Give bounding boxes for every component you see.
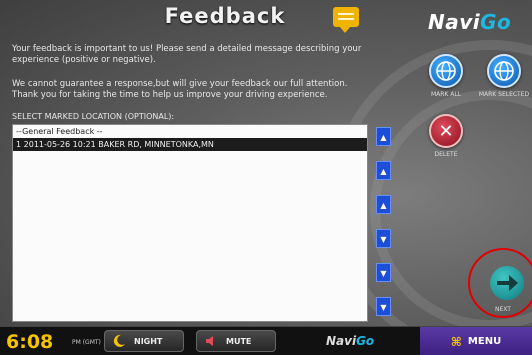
clock-period: PM (GMT) <box>72 339 101 346</box>
mark-selected-label: MARK SELECTED <box>478 91 530 98</box>
night-label: NIGHT <box>134 336 163 346</box>
menu-button[interactable]: ⌘ MENU <box>420 327 532 355</box>
bottom-bar: 6:08 PM (GMT) NIGHT MUTE NaviGo ⌘ MENU <box>0 326 532 355</box>
clock: 6:08 <box>6 331 54 353</box>
mark-all-label: MARK ALL <box>430 91 462 98</box>
list-item[interactable]: --General Feedback -- <box>13 125 367 138</box>
comment-icon <box>333 7 359 33</box>
scroll-top-button[interactable]: ▲ <box>376 127 391 146</box>
next-label: NEXT <box>495 306 511 313</box>
mark-selected-button[interactable]: MARK SELECTED <box>476 54 532 98</box>
menu-icon: ⌘ <box>450 334 462 349</box>
delete-label: DELETE <box>434 151 458 158</box>
scroll-bottom-button[interactable]: ▼ <box>376 297 391 316</box>
menu-label: MENU <box>467 336 502 347</box>
page-title: Feedback <box>164 4 286 28</box>
feedback-screen: Feedback NaviGo Your feedback is importa… <box>0 0 532 355</box>
mute-label: MUTE <box>226 336 252 346</box>
intro-paragraph: We cannot guarantee a response,but will … <box>12 79 348 100</box>
night-button[interactable]: NIGHT <box>104 330 184 352</box>
bottom-logo: NaviGo <box>326 334 375 348</box>
moon-icon <box>110 333 128 349</box>
navigo-logo: NaviGo <box>428 10 512 34</box>
delete-button[interactable]: ✕ DELETE <box>421 114 471 158</box>
mute-button[interactable]: MUTE <box>196 330 276 352</box>
page-down-button[interactable]: ▼ <box>376 263 391 282</box>
page-up-button[interactable]: ▲ <box>376 161 391 180</box>
globe-icon <box>487 54 521 88</box>
next-arrow-icon <box>497 275 518 291</box>
location-list[interactable]: --General Feedback -- 1 2011-05-26 10:21… <box>12 124 368 322</box>
speaker-icon <box>202 333 220 349</box>
location-list-label: SELECT MARKED LOCATION (OPTIONAL): <box>12 112 175 121</box>
list-item-selected[interactable]: 1 2011-05-26 10:21 BAKER RD, MINNETONKA,… <box>13 138 367 151</box>
globe-icon <box>429 54 463 88</box>
mark-all-button[interactable]: MARK ALL <box>421 54 471 98</box>
scroll-up-button[interactable]: ▲ <box>376 195 391 214</box>
next-button[interactable] <box>490 266 524 300</box>
intro-paragraph: Your feedback is important to us! Please… <box>12 44 362 65</box>
scroll-down-button[interactable]: ▼ <box>376 229 391 248</box>
delete-icon: ✕ <box>429 114 463 148</box>
